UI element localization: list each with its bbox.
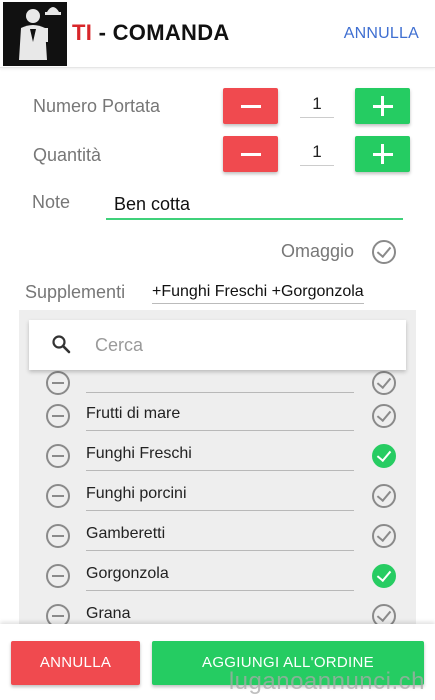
app-title-prefix: TI [72, 20, 93, 45]
quantita-value[interactable]: 1 [300, 136, 334, 166]
quantita-label: Quantità [33, 145, 102, 165]
omaggio-check-icon[interactable] [372, 240, 396, 264]
app-title: TI - COMANDA [72, 20, 230, 46]
portata-value[interactable]: 1 [300, 88, 334, 118]
bottom-action-bar: ANNULLA AGGIUNGI ALL'ORDINE luganoannunc… [0, 624, 435, 700]
supplement-name: Gorgonzola [86, 565, 354, 591]
quantita-increment-button[interactable] [355, 136, 410, 172]
remove-circle-icon[interactable] [46, 484, 70, 508]
list-item[interactable]: Gorgonzola [19, 556, 416, 596]
check-circle-icon[interactable] [372, 484, 396, 508]
check-circle-icon[interactable] [372, 564, 396, 588]
supplement-name: Frutti di mare [86, 405, 354, 431]
remove-circle-icon[interactable] [46, 524, 70, 548]
supplement-name: Gamberetti [86, 525, 354, 551]
remove-circle-icon[interactable] [46, 404, 70, 428]
check-circle-icon[interactable] [372, 404, 396, 428]
remove-circle-icon[interactable] [46, 564, 70, 588]
header-cancel-button[interactable]: ANNULLA [344, 25, 419, 43]
app-header: TI - COMANDA ANNULLA [0, 0, 435, 68]
supplement-name: Funghi porcini [86, 485, 354, 511]
list-item[interactable]: Frutti di mare [19, 396, 416, 436]
waiter-logo-icon [3, 2, 67, 66]
quantita-decrement-button[interactable] [223, 136, 278, 172]
search-icon [51, 334, 71, 354]
cancel-button[interactable]: ANNULLA [11, 641, 140, 685]
supplement-name [86, 367, 354, 393]
check-circle-icon[interactable] [372, 444, 396, 468]
note-label: Note [32, 192, 71, 212]
omaggio-label: Omaggio [281, 241, 355, 261]
app-title-rest: - COMANDA [92, 20, 230, 45]
check-circle-icon[interactable] [372, 524, 396, 548]
portata-label: Numero Portata [33, 96, 161, 116]
check-circle-icon[interactable] [372, 371, 396, 395]
supplementi-value: +Funghi Freschi +Gorgonzola [152, 283, 364, 304]
remove-circle-icon[interactable] [46, 371, 70, 395]
list-item[interactable]: Funghi Freschi [19, 436, 416, 476]
supplement-name: Funghi Freschi [86, 445, 354, 471]
search-input[interactable]: Cerca [95, 335, 143, 356]
supplementi-label: Supplementi [25, 282, 126, 302]
portata-decrement-button[interactable] [223, 88, 278, 124]
list-item[interactable]: Gamberetti [19, 516, 416, 556]
remove-circle-icon[interactable] [46, 444, 70, 468]
portata-increment-button[interactable] [355, 88, 410, 124]
note-input[interactable]: Ben cotta [106, 194, 403, 220]
list-item[interactable]: Funghi porcini [19, 476, 416, 516]
watermark: luganoannunci.ch [228, 668, 425, 695]
search-bar[interactable]: Cerca [29, 320, 406, 370]
